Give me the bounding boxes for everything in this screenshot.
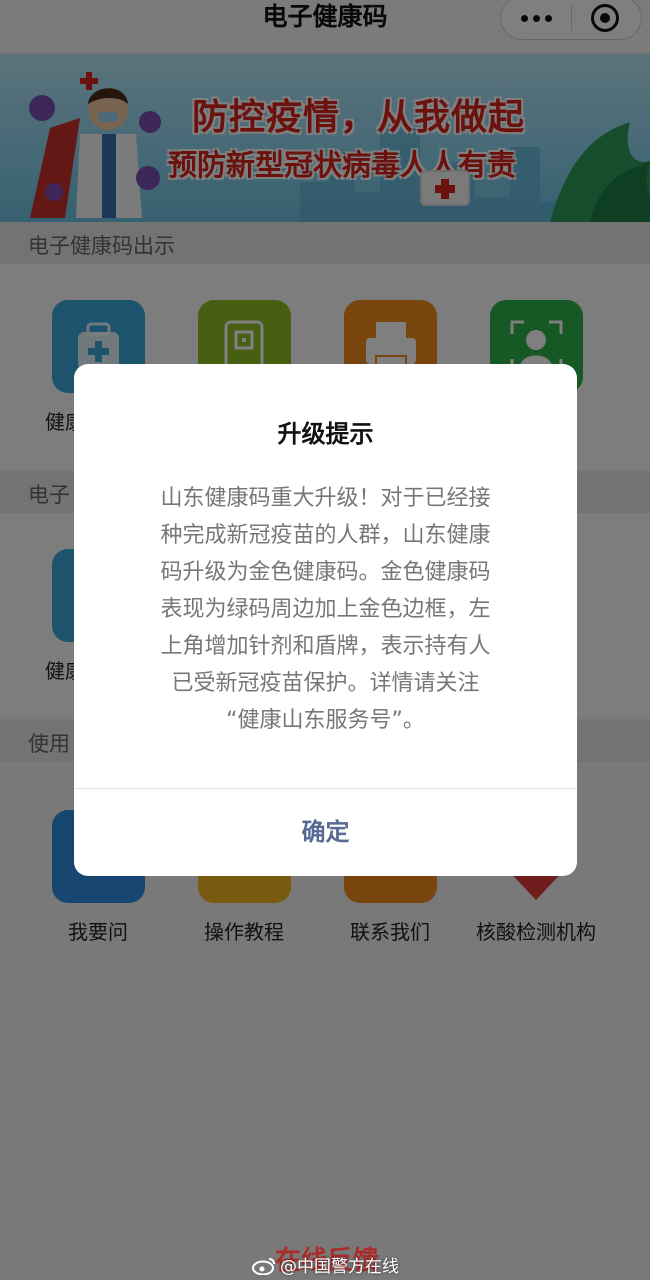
source-watermark: @中国警方在线 [252,1252,399,1277]
dialog-message-line: “健康山东服务号”。 [226,708,425,733]
dialog-message: 山东健康码重大升级！对于已经接 种完成新冠疫苗的人群，山东健康 码升级为金色健康… [118,480,533,739]
dialog-message-line: 已受新冠疫苗保护。详情请关注 [171,671,480,696]
dialog-title: 升级提示 [277,420,374,448]
upgrade-notice-dialog: 升级提示 山东健康码重大升级！对于已经接 种完成新冠疫苗的人群，山东健康 码升级… [74,364,577,876]
watermark-text: @中国警方在线 [280,1257,399,1277]
dialog-message-line: 上角增加针剂和盾牌，表示持有人 [160,634,491,659]
dialog-message-line: 种完成新冠疫苗的人群，山东健康 [160,523,491,548]
dialog-message-line: 山东健康码重大升级！对于已经接 [160,486,491,511]
dialog-message-line: 表现为绿码周边加上金色边框，左 [160,597,491,622]
dialog-message-line: 码升级为金色健康码。金色健康码 [160,560,491,585]
confirm-button[interactable]: 确定 [74,789,577,876]
weibo-logo-icon [252,1258,275,1275]
